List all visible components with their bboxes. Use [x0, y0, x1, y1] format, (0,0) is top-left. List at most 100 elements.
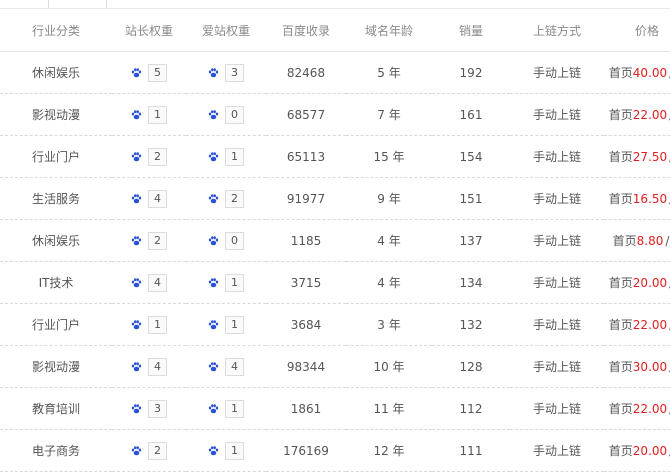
rank-indicator: 2 [208, 189, 244, 208]
column-header-link-method[interactable]: 上链方式 [510, 9, 604, 52]
table-row[interactable]: IT技术 4 1 37154 年134手动上链首页20.00/月 [0, 261, 670, 304]
price-value: 22.00 [632, 108, 668, 122]
rank-value: 2 [148, 147, 167, 166]
rank-indicator: 1 [131, 105, 167, 124]
paw-icon [131, 109, 142, 119]
table-row[interactable]: 休闲娱乐 5 3 824685 年192手动上链首页40.00/月 [0, 51, 670, 94]
domain-age-cell: 4 年 [346, 219, 432, 262]
rank-indicator: 0 [208, 105, 244, 124]
paw-icon [131, 403, 142, 413]
zhanzhang-rank-cell: 2 [112, 429, 186, 472]
table-row[interactable]: 休闲娱乐 2 0 11854 年137手动上链首页8.80/月 [0, 219, 670, 262]
price-prefix: 首页 [612, 234, 637, 248]
aizhan-rank-cell: 2 [186, 177, 266, 220]
baidu-indexed-cell: 68577 [266, 93, 346, 136]
rank-indicator: 2 [131, 147, 167, 166]
price-prefix: 首页 [608, 360, 633, 374]
link-method-cell: 手动上链 [510, 387, 604, 430]
zhanzhang-rank-cell: 2 [112, 219, 186, 262]
table-row[interactable]: 影视动漫 4 4 9834410 年128手动上链首页30.00/月 [0, 345, 670, 388]
rank-value: 1 [148, 105, 167, 124]
price-value: 27.50 [632, 150, 668, 164]
table-row[interactable]: 教育培训 3 1 186111 年112手动上链首页22.00/月 [0, 387, 670, 430]
price-cell: 首页22.00/月 [604, 303, 670, 346]
price-cell: 首页16.50/月 [604, 177, 670, 220]
rank-indicator: 1 [208, 147, 244, 166]
aizhan-rank-cell: 3 [186, 51, 266, 94]
sales-cell: 134 [432, 261, 510, 304]
table-row[interactable]: 影视动漫 1 0 685777 年161手动上链首页22.00/月 [0, 93, 670, 136]
column-header-price[interactable]: 价格 [604, 9, 670, 52]
category-cell: 休闲娱乐 [0, 219, 112, 262]
price-prefix: 首页 [608, 444, 633, 458]
price-cell: 首页20.00/月 [604, 429, 670, 472]
paw-icon [131, 67, 142, 77]
domain-age-cell: 5 年 [346, 51, 432, 94]
baidu-indexed-cell: 176169 [266, 429, 346, 472]
rank-value: 5 [148, 63, 167, 82]
paw-icon [208, 361, 219, 371]
paw-icon [131, 151, 142, 161]
aizhan-rank-cell: 1 [186, 387, 266, 430]
table-row[interactable]: 行业门户 1 1 36843 年132手动上链首页22.00/月 [0, 303, 670, 346]
column-header-sales[interactable]: 销量 [432, 9, 510, 52]
zhanzhang-rank-cell: 4 [112, 345, 186, 388]
baidu-indexed-cell: 1185 [266, 219, 346, 262]
table-row[interactable]: 行业门户 2 1 6511315 年154手动上链首页27.50/月 [0, 135, 670, 178]
price-value: 22.00 [632, 402, 668, 416]
price-cell: 首页8.80/月 [604, 219, 670, 262]
price-value: 20.00 [632, 276, 668, 290]
price-prefix: 首页 [608, 402, 633, 416]
link-method-cell: 手动上链 [510, 303, 604, 346]
table-row[interactable]: 电子商务 2 1 17616912 年111手动上链首页20.00/月 [0, 429, 670, 472]
column-divider [48, 0, 49, 8]
price-prefix: 首页 [608, 276, 633, 290]
zhanzhang-rank-cell: 1 [112, 303, 186, 346]
paw-icon [131, 361, 142, 371]
column-header-aizhan-rank[interactable]: 爱站权重 [186, 9, 266, 52]
paw-icon [131, 235, 142, 245]
rank-value: 3 [225, 63, 244, 82]
paw-icon [208, 109, 219, 119]
link-method-cell: 手动上链 [510, 429, 604, 472]
aizhan-rank-cell: 1 [186, 135, 266, 178]
aizhan-rank-cell: 1 [186, 303, 266, 346]
price-value: 16.50 [632, 192, 668, 206]
column-header-baidu-indexed[interactable]: 百度收录 [266, 9, 346, 52]
link-method-cell: 手动上链 [510, 93, 604, 136]
aizhan-rank-cell: 4 [186, 345, 266, 388]
category-cell: 电子商务 [0, 429, 112, 472]
sales-cell: 137 [432, 219, 510, 262]
rank-value: 1 [225, 399, 244, 418]
domain-age-cell: 3 年 [346, 303, 432, 346]
category-cell: 生活服务 [0, 177, 112, 220]
rank-indicator: 1 [208, 399, 244, 418]
rank-value: 1 [148, 315, 167, 334]
rank-value: 4 [148, 189, 167, 208]
price-cell: 首页22.00/月 [604, 387, 670, 430]
paw-icon [208, 235, 219, 245]
baidu-indexed-cell: 1861 [266, 387, 346, 430]
paw-icon [131, 193, 142, 203]
column-header-zhanzhang-rank[interactable]: 站长权重 [112, 9, 186, 52]
category-cell: 影视动漫 [0, 93, 112, 136]
column-header-category[interactable]: 行业分类 [0, 9, 112, 52]
domain-age-cell: 15 年 [346, 135, 432, 178]
domain-age-cell: 7 年 [346, 93, 432, 136]
sales-cell: 111 [432, 429, 510, 472]
table-row[interactable]: 生活服务 4 2 919779 年151手动上链首页16.50/月 [0, 177, 670, 220]
price-prefix: 首页 [608, 150, 633, 164]
rank-indicator: 3 [131, 399, 167, 418]
category-cell: 休闲娱乐 [0, 51, 112, 94]
link-method-cell: 手动上链 [510, 135, 604, 178]
zhanzhang-rank-cell: 1 [112, 93, 186, 136]
domain-age-cell: 10 年 [346, 345, 432, 388]
column-header-domain-age[interactable]: 域名年龄 [346, 9, 432, 52]
link-method-cell: 手动上链 [510, 51, 604, 94]
rank-value: 0 [225, 105, 244, 124]
price-prefix: 首页 [608, 66, 633, 80]
category-cell: 行业门户 [0, 135, 112, 178]
rank-indicator: 2 [131, 231, 167, 250]
paw-icon [131, 445, 142, 455]
price-unit: /月 [665, 234, 670, 248]
